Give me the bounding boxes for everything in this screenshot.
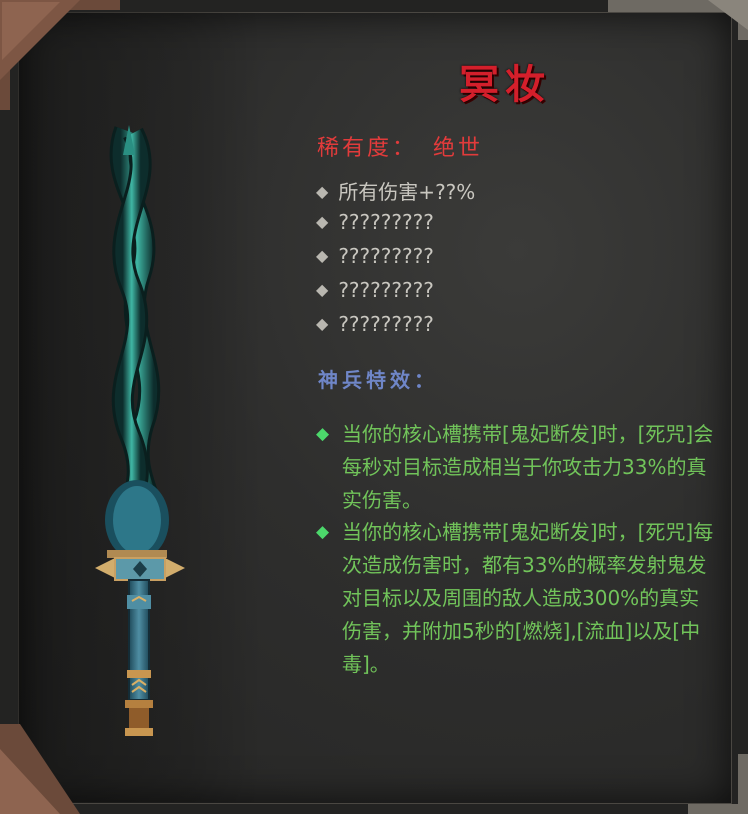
rarity-value: 绝世 bbox=[433, 136, 484, 161]
stat-line: ◆????????? bbox=[316, 210, 434, 234]
corner-ornament-icon bbox=[0, 724, 80, 814]
special-effect-text: 当你的核心槽携带[鬼妃断发]时，[死咒]每次造成伤害时，都有33%的概率发射鬼发… bbox=[342, 520, 714, 676]
stat-line: ◆ 所有伤害+??% bbox=[316, 176, 475, 205]
green-diamond-bullet-icon: ◆ bbox=[316, 424, 330, 444]
stat-text: ????????? bbox=[338, 312, 434, 336]
stat-text: ????????? bbox=[338, 210, 434, 234]
diamond-bullet-icon: ◆ bbox=[316, 212, 329, 231]
diamond-bullet-icon: ◆ bbox=[316, 314, 329, 333]
stat-line: ◆????????? bbox=[316, 278, 434, 302]
stat-text: ????????? bbox=[338, 244, 434, 268]
corner-ornament-icon bbox=[608, 0, 748, 40]
stat-line: ◆????????? bbox=[316, 244, 434, 268]
diamond-bullet-icon: ◆ bbox=[316, 246, 329, 265]
special-effect-text: 当你的核心槽携带[鬼妃断发]时，[死咒]会每秒对目标造成相当于你攻击力33%的真… bbox=[342, 422, 714, 512]
special-effect-item: ◆ 当你的核心槽携带[鬼妃断发]时，[死咒]会每秒对目标造成相当于你攻击力33%… bbox=[316, 418, 716, 517]
stat-text: 所有伤害+??% bbox=[338, 180, 476, 204]
diamond-bullet-icon: ◆ bbox=[316, 182, 329, 201]
rarity-row: 稀有度： 绝世 bbox=[317, 130, 483, 162]
special-effects-heading: 神兵特效： bbox=[318, 368, 438, 392]
stat-text: ????????? bbox=[338, 278, 434, 302]
twisted-jade-sword-icon bbox=[95, 125, 185, 736]
stat-line: ◆????????? bbox=[316, 312, 434, 336]
corner-ornament-icon bbox=[0, 0, 120, 110]
item-name: 冥妆 bbox=[459, 61, 551, 108]
corner-ornament-icon bbox=[688, 754, 748, 814]
green-diamond-bullet-icon: ◆ bbox=[316, 522, 330, 542]
tooltip-frame: 冥妆 稀有度： 绝世 ◆ 所有伤害+??% ◆????????? ◆????????… bbox=[0, 0, 748, 814]
special-effect-item: ◆ 当你的核心槽携带[鬼妃断发]时，[死咒]每次造成伤害时，都有33%的概率发射… bbox=[316, 516, 716, 681]
rarity-label: 稀有度： bbox=[317, 136, 418, 161]
diamond-bullet-icon: ◆ bbox=[316, 280, 329, 299]
